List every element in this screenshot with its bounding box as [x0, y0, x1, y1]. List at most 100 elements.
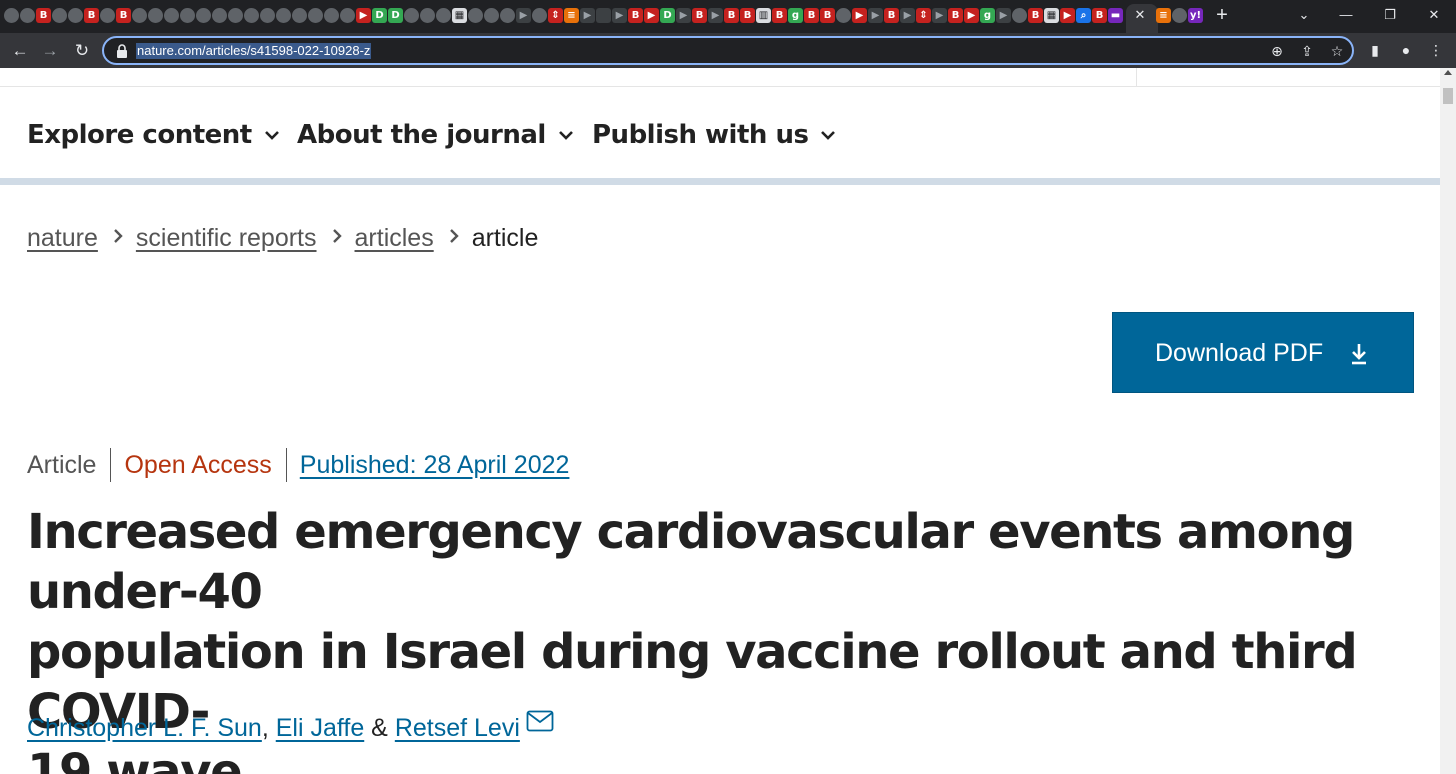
browser-menu-icon[interactable]: ⋮: [1427, 41, 1445, 59]
share-icon[interactable]: ⇪: [1298, 42, 1316, 60]
tab-favicon-icon[interactable]: D: [388, 8, 403, 23]
tab-favicon-icon[interactable]: ▶: [516, 8, 531, 23]
tab-favicon-icon[interactable]: ▶: [708, 8, 723, 23]
tab-favicon-icon[interactable]: [68, 8, 83, 23]
tab-favicon-icon[interactable]: B: [84, 8, 99, 23]
published-date-link[interactable]: Published: 28 April 2022: [300, 451, 570, 480]
lock-icon[interactable]: [116, 44, 128, 58]
author-link[interactable]: Retsef Levi: [395, 714, 520, 742]
tab-favicon-icon[interactable]: [100, 8, 115, 23]
tab-favicon-icon[interactable]: ▶: [356, 8, 371, 23]
tab-favicon-icon[interactable]: ▶: [676, 8, 691, 23]
tab-favicon-icon[interactable]: B: [884, 8, 899, 23]
tab-favicon-icon[interactable]: ▶: [932, 8, 947, 23]
scroll-up-arrow-icon[interactable]: [1444, 70, 1452, 75]
minimize-button[interactable]: —: [1334, 4, 1358, 26]
tab-favicon-icon[interactable]: B: [692, 8, 707, 23]
page-scrollbar[interactable]: [1440, 68, 1456, 774]
profile-avatar-icon[interactable]: ●: [1397, 41, 1415, 59]
reload-button[interactable]: ↻: [70, 39, 94, 63]
tab-favicon-icon[interactable]: B: [820, 8, 835, 23]
tab-favicon-icon[interactable]: [324, 8, 339, 23]
tab-favicon-icon[interactable]: ▶: [644, 8, 659, 23]
tab-favicon-icon[interactable]: ▥: [756, 8, 771, 23]
tab-favicon-icon[interactable]: B: [948, 8, 963, 23]
tab-favicon-icon[interactable]: [404, 8, 419, 23]
tab-favicon-icon[interactable]: [148, 8, 163, 23]
breadcrumb-link-nature[interactable]: nature: [27, 224, 98, 252]
tab-favicon-icon[interactable]: ▦: [452, 8, 467, 23]
side-panel-icon[interactable]: ▮: [1366, 41, 1384, 59]
tab-search-icon[interactable]: ⌄: [1292, 4, 1316, 26]
download-pdf-button[interactable]: Download PDF: [1112, 312, 1414, 393]
tab-favicon-icon[interactable]: [52, 8, 67, 23]
tab-favicon-icon[interactable]: ≡: [1156, 8, 1171, 23]
tab-favicon-icon[interactable]: [468, 8, 483, 23]
breadcrumb-link-scientific-reports[interactable]: scientific reports: [136, 224, 317, 252]
tab-favicon-icon[interactable]: ⇕: [548, 8, 563, 23]
tab-favicon-icon[interactable]: [420, 8, 435, 23]
tab-favicon-icon[interactable]: ▶: [580, 8, 595, 23]
new-tab-button[interactable]: +: [1212, 5, 1232, 25]
tab-favicon-icon[interactable]: ≡: [564, 8, 579, 23]
zoom-icon[interactable]: ⊕: [1268, 42, 1286, 60]
tab-favicon-icon[interactable]: ⌕: [1076, 8, 1091, 23]
tab-favicon-icon[interactable]: [292, 8, 307, 23]
email-icon[interactable]: [526, 710, 554, 732]
tab-favicon-icon[interactable]: [836, 8, 851, 23]
tab-favicon-icon[interactable]: [20, 8, 35, 23]
tab-favicon-icon[interactable]: [244, 8, 259, 23]
nav-about-the-journal[interactable]: About the journal: [297, 120, 574, 150]
tab-favicon-icon[interactable]: [436, 8, 451, 23]
back-button[interactable]: ←: [8, 39, 32, 63]
tab-favicon-icon[interactable]: ▬: [1108, 8, 1123, 23]
tab-favicon-icon[interactable]: [260, 8, 275, 23]
tab-favicon-icon[interactable]: ▶: [964, 8, 979, 23]
tab-favicon-row[interactable]: B B B ▶ D D ▦ ▶ ⇕ ≡ ▶ ▶ B ▶ D ▶ B ▶ B B ▥ Bg B B ▶ ▶ B ▶ ⇕ ▶ B ▶ g ▶ B ▦ ▶ ⌕ B…: [4, 8, 1123, 24]
tab-favicon-icon[interactable]: B: [772, 8, 787, 23]
breadcrumb-link-articles[interactable]: articles: [355, 224, 434, 252]
tab-favicon-icon[interactable]: D: [372, 8, 387, 23]
tab-favicon-icon[interactable]: B: [724, 8, 739, 23]
tab-favicon-icon[interactable]: ▶: [900, 8, 915, 23]
address-bar[interactable]: nature.com/articles/s41598-022-10928-z ⊕…: [102, 36, 1354, 65]
author-link[interactable]: Christopher L. F. Sun: [27, 714, 262, 742]
tab-favicon-icon[interactable]: B: [804, 8, 819, 23]
tab-favicon-icon[interactable]: ▶: [852, 8, 867, 23]
tab-favicon-icon[interactable]: [532, 8, 547, 23]
tab-favicon-icon[interactable]: [308, 8, 323, 23]
restore-button[interactable]: ❐: [1378, 4, 1402, 26]
tab-favicon-icon[interactable]: B: [116, 8, 131, 23]
author-link[interactable]: Eli Jaffe: [276, 714, 364, 742]
tab-close-icon[interactable]: ✕: [1132, 7, 1148, 23]
nav-explore-content[interactable]: Explore content: [27, 120, 280, 150]
scroll-thumb[interactable]: [1443, 88, 1453, 104]
tab-favicon-icon[interactable]: B: [1092, 8, 1107, 23]
tab-favicon-icon[interactable]: [1172, 8, 1187, 23]
nav-publish-with-us[interactable]: Publish with us: [592, 120, 836, 150]
tab-favicon-icon[interactable]: ▶: [612, 8, 627, 23]
tab-favicon-icon[interactable]: B: [1028, 8, 1043, 23]
tab-favicon-icon[interactable]: ▶: [868, 8, 883, 23]
tab-favicon-icon[interactable]: [164, 8, 179, 23]
tab-favicon-icon[interactable]: g: [788, 8, 803, 23]
tab-favicon-icon[interactable]: ▶: [996, 8, 1011, 23]
tab-favicon-icon[interactable]: [228, 8, 243, 23]
bookmark-star-icon[interactable]: ☆: [1328, 42, 1346, 60]
tab-favicon-icon[interactable]: [500, 8, 515, 23]
tab-favicon-icon[interactable]: [340, 8, 355, 23]
tab-favicon-icon[interactable]: g: [980, 8, 995, 23]
tab-favicon-icon[interactable]: ▶: [1060, 8, 1075, 23]
url-text[interactable]: nature.com/articles/s41598-022-10928-z: [136, 43, 372, 59]
tab-favicon-icon[interactable]: D: [660, 8, 675, 23]
tab-favicon-icon[interactable]: [196, 8, 211, 23]
tab-favicon-icon[interactable]: [132, 8, 147, 23]
tab-favicon-icon[interactable]: [276, 8, 291, 23]
tab-favicon-icon[interactable]: [212, 8, 227, 23]
forward-button[interactable]: →: [38, 39, 62, 63]
tab-favicon-icon[interactable]: B: [628, 8, 643, 23]
tab-favicon-icon[interactable]: B: [36, 8, 51, 23]
tab-favicon-icon[interactable]: [484, 8, 499, 23]
tab-favicon-icon[interactable]: [596, 8, 611, 23]
tab-favicon-icon[interactable]: y!: [1188, 8, 1203, 23]
